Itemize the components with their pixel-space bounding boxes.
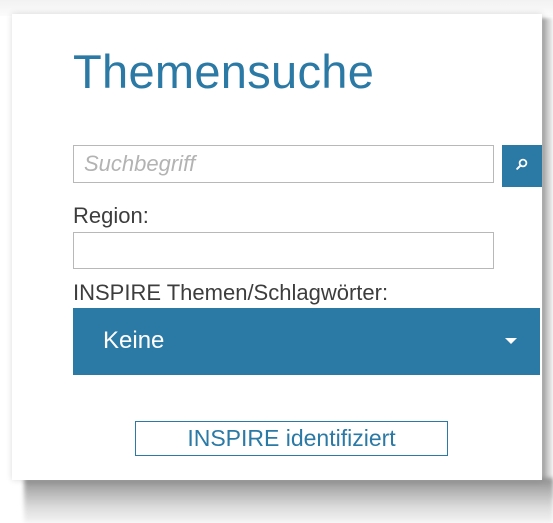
panel-shadow-bottom — [24, 478, 553, 523]
inspire-topics-label: INSPIRE Themen/Schlagwörter: — [73, 280, 389, 305]
search-icon — [516, 158, 528, 170]
search-input[interactable] — [73, 145, 494, 183]
page-title: Themensuche — [73, 45, 375, 98]
search-button[interactable] — [502, 145, 542, 187]
region-input[interactable] — [73, 232, 494, 269]
inspire-topics-selected: Keine — [103, 327, 165, 354]
panel-shadow-right — [541, 18, 553, 498]
region-label: Region: — [73, 203, 149, 228]
inspire-identified-button[interactable]: INSPIRE identifiziert — [135, 421, 448, 456]
caret-down-icon — [505, 338, 517, 344]
inspire-topics-dropdown[interactable]: Keine — [73, 308, 540, 375]
